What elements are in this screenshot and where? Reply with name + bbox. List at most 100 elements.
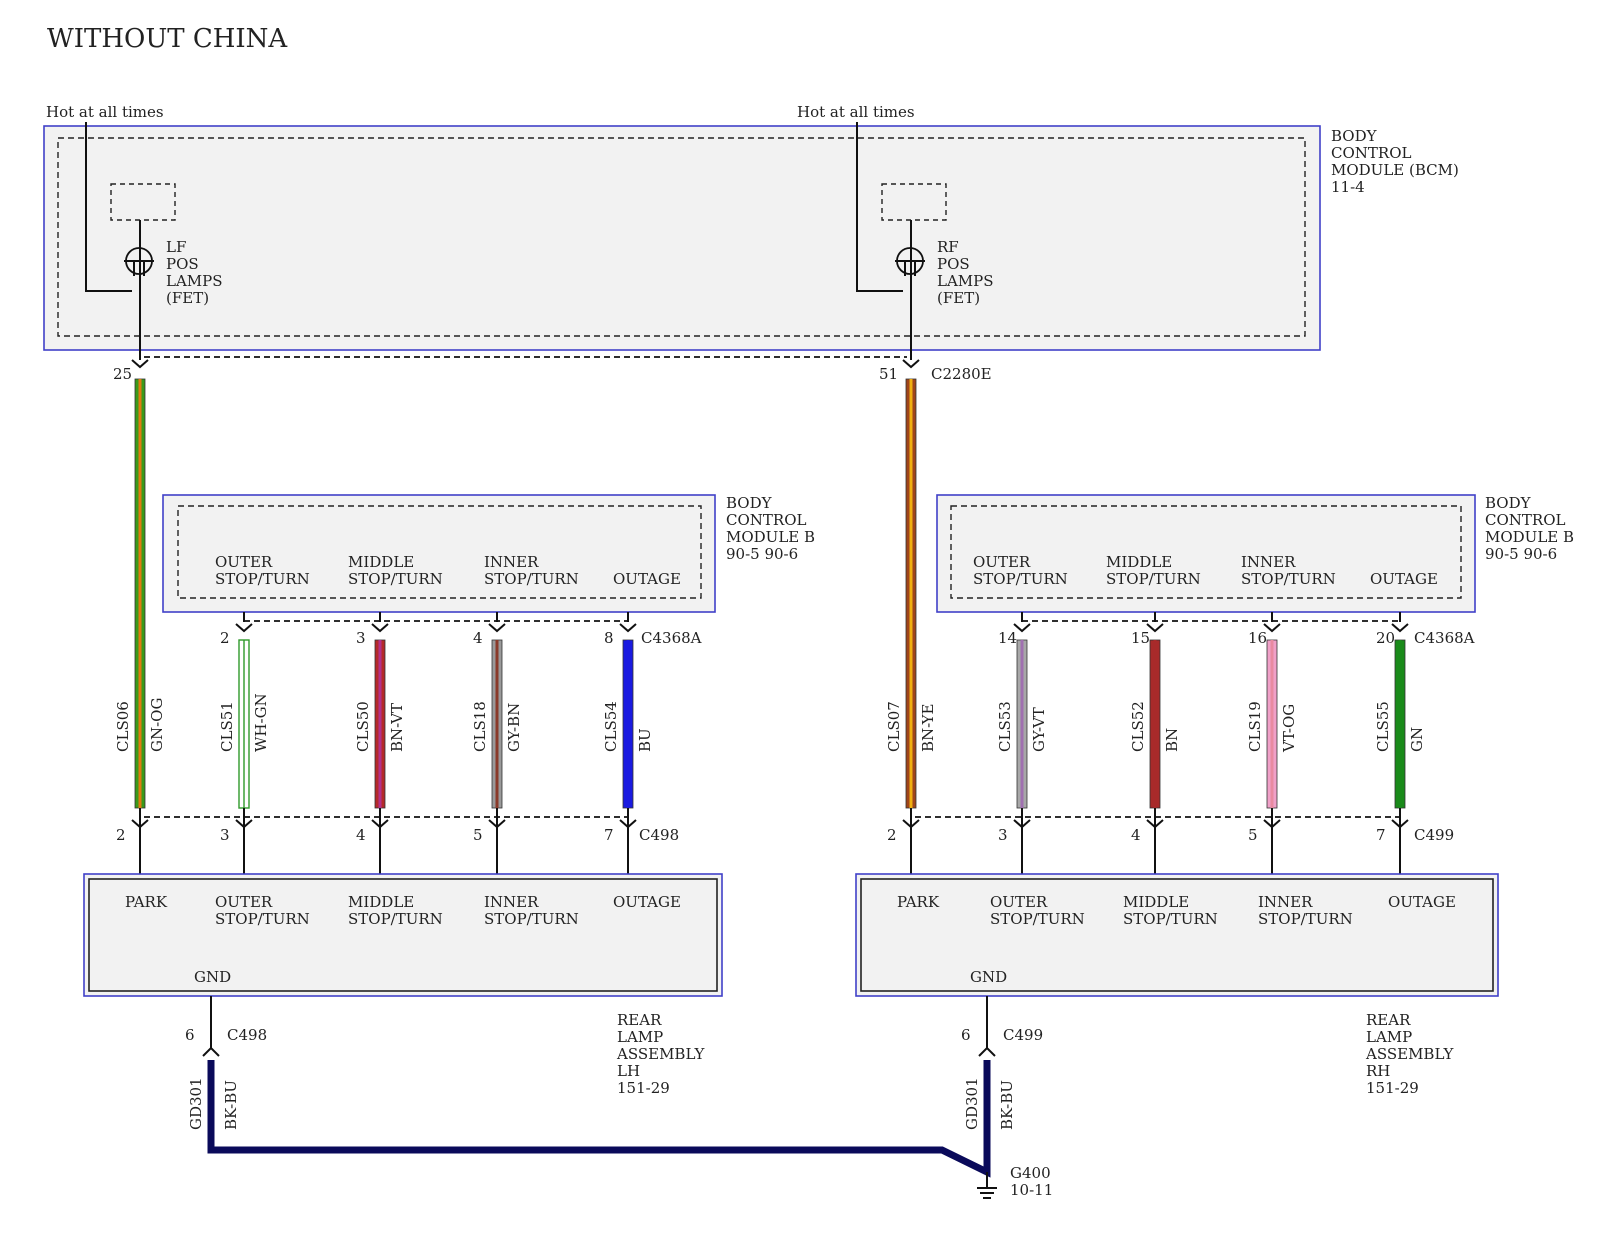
bcm-pin-right: 51 bbox=[879, 365, 898, 383]
wire-color-label: WH-GN bbox=[252, 693, 270, 752]
lf-fet-label-1: LF bbox=[166, 238, 186, 256]
rh-wire-cls07: 2 CLS07 BN-YE bbox=[885, 350, 937, 879]
pin-bottom-label: 2 bbox=[116, 826, 126, 844]
bcmb-left-outage: OUTAGE bbox=[613, 570, 681, 588]
wires-lh: 2 CLS06 GN-OG 2 3 CLS51 WH-GN 3 4 CLS50 BN-VT 4 5 CLS… bbox=[114, 350, 654, 879]
bcmb-left-inner-1: INNER bbox=[484, 553, 539, 571]
bcmb-left-inner-2: STOP/TURN bbox=[484, 570, 579, 588]
lh-assembly-label: REAR LAMP ASSEMBLY LH 151-29 bbox=[616, 1011, 705, 1097]
connector-chevron-top bbox=[619, 623, 637, 633]
lh-outer-2: STOP/TURN bbox=[215, 910, 310, 928]
bcm-connector-label: C2280E bbox=[931, 365, 992, 383]
svg-text:ASSEMBLY: ASSEMBLY bbox=[616, 1045, 705, 1063]
pin-top-label: 14 bbox=[998, 629, 1017, 647]
lh-middle-2: STOP/TURN bbox=[348, 910, 443, 928]
rf-fet-label-3: LAMPS bbox=[937, 272, 994, 290]
wire-color-label: BU bbox=[636, 728, 654, 752]
pin-top-label: 8 bbox=[604, 629, 614, 647]
hot-label-left: Hot at all times bbox=[46, 103, 164, 121]
circuit-label: CLS06 bbox=[114, 701, 132, 752]
pin-top-label: 3 bbox=[356, 629, 366, 647]
pin-top-label: 4 bbox=[473, 629, 483, 647]
rh-gnd-label: GND bbox=[970, 968, 1007, 986]
bcmb-left-label-3: MODULE B bbox=[726, 528, 815, 546]
pin-bottom-label: 2 bbox=[887, 826, 897, 844]
lh-gnd-label: GND bbox=[194, 968, 231, 986]
rh-wire-cls19: 16 5 CLS19 VT-OG bbox=[1246, 612, 1298, 879]
bcm-pin-left: 25 bbox=[113, 365, 132, 383]
rh-middle-1: MIDDLE bbox=[1123, 893, 1189, 911]
bcm-connector-c2280e: 25 51 C2280E bbox=[113, 356, 992, 383]
ground-wire bbox=[207, 1060, 991, 1178]
wire-color-label: GY-BN bbox=[505, 703, 523, 752]
connector-chevron-top bbox=[488, 623, 506, 633]
lh-outage: OUTAGE bbox=[613, 893, 681, 911]
wire-stripe bbox=[1398, 640, 1402, 808]
lh-inner-1: INNER bbox=[484, 893, 539, 911]
circuit-label: CLS53 bbox=[996, 701, 1014, 752]
wire-stripe bbox=[1270, 640, 1274, 808]
lf-fet-label-3: LAMPS bbox=[166, 272, 223, 290]
rh-assembly-label: REAR LAMP ASSEMBLY RH 151-29 bbox=[1365, 1011, 1454, 1097]
lh-park-label: PARK bbox=[125, 893, 168, 911]
bcm-label-line-4: 11-4 bbox=[1331, 178, 1365, 196]
circuit-label: CLS50 bbox=[354, 701, 372, 752]
bcmb-left-outer-2: STOP/TURN bbox=[215, 570, 310, 588]
pin-top-label: 16 bbox=[1248, 629, 1267, 647]
rh-gnd-connector: C499 bbox=[1003, 1026, 1043, 1044]
bcmb-right-label-1: BODY bbox=[1485, 494, 1532, 512]
lh-wire-cls18: 4 5 CLS18 GY-BN bbox=[471, 612, 523, 879]
c4368a-right-label: C4368A bbox=[1414, 629, 1475, 647]
ground-point-label: G400 bbox=[1010, 1164, 1051, 1182]
c4368a-left-label: C4368A bbox=[641, 629, 702, 647]
svg-text:LAMP: LAMP bbox=[1366, 1028, 1412, 1046]
wire-color-label: BN-VT bbox=[388, 703, 406, 752]
wire-color-label: VT-OG bbox=[1280, 704, 1298, 753]
rf-fet-label-4: (FET) bbox=[937, 289, 980, 307]
pin-bottom-label: 3 bbox=[220, 826, 230, 844]
bcmb-right-inner-1: INNER bbox=[1241, 553, 1296, 571]
bcmb-left-label-2: CONTROL bbox=[726, 511, 806, 529]
svg-text:RH: RH bbox=[1366, 1062, 1390, 1080]
wire-stripe bbox=[1153, 640, 1157, 808]
pin-bottom-label: 3 bbox=[998, 826, 1008, 844]
wire-stripe bbox=[378, 640, 382, 808]
svg-text:ASSEMBLY: ASSEMBLY bbox=[1365, 1045, 1454, 1063]
lh-gnd-connector: C498 bbox=[227, 1026, 267, 1044]
lh-middle-1: MIDDLE bbox=[348, 893, 414, 911]
bcmb-module-left: BODY CONTROL MODULE B 90-5 90-6 OUTER ST… bbox=[162, 494, 815, 613]
bcmb-right-outage: OUTAGE bbox=[1370, 570, 1438, 588]
rh-outer-1: OUTER bbox=[990, 893, 1048, 911]
circuit-label: CLS07 bbox=[885, 701, 903, 752]
bcmb-right-outer-1: OUTER bbox=[973, 553, 1031, 571]
bcm-label-line-3: MODULE (BCM) bbox=[1331, 161, 1459, 179]
lh-wire-cls51: 2 3 CLS51 WH-GN bbox=[218, 612, 270, 879]
ground-symbol-icon bbox=[977, 1187, 997, 1199]
rh-inner-2: STOP/TURN bbox=[1258, 910, 1353, 928]
wires-rh: 2 CLS07 BN-YE 14 3 CLS53 GY-VT 15 4 CLS52 BN 16 5 CLS… bbox=[885, 350, 1426, 879]
bcm-module: BODY CONTROL MODULE (BCM) 11-4 bbox=[43, 125, 1459, 351]
hot-label-right: Hot at all times bbox=[797, 103, 915, 121]
circuit-label: CLS18 bbox=[471, 701, 489, 752]
bcmb-left-middle-1: MIDDLE bbox=[348, 553, 414, 571]
bcmb-right-outer-2: STOP/TURN bbox=[973, 570, 1068, 588]
rear-lamp-rh: PARK OUTER STOP/TURN MIDDLE STOP/TURN IN… bbox=[855, 873, 1499, 997]
ground-point-ref: 10-11 bbox=[1010, 1181, 1053, 1199]
wire-color-label: BN bbox=[1163, 728, 1181, 752]
rf-fet-label-2: POS bbox=[937, 255, 970, 273]
pin-bottom-label: 7 bbox=[1376, 826, 1386, 844]
bcmb-right-label-3: MODULE B bbox=[1485, 528, 1574, 546]
lf-fet-label-2: POS bbox=[166, 255, 199, 273]
connector-chevron-top bbox=[235, 623, 253, 633]
bcmb-right-middle-1: MIDDLE bbox=[1106, 553, 1172, 571]
bcmb-module-right: BODY CONTROL MODULE B 90-5 90-6 OUTER ST… bbox=[936, 494, 1574, 613]
pin-top-label: 15 bbox=[1131, 629, 1150, 647]
svg-text:LH: LH bbox=[617, 1062, 640, 1080]
wire-color-label: BN-YE bbox=[919, 704, 937, 752]
rh-outer-2: STOP/TURN bbox=[990, 910, 1085, 928]
circuit-label: CLS19 bbox=[1246, 701, 1264, 752]
rh-wire-cls52: 15 4 CLS52 BN bbox=[1129, 612, 1181, 879]
lh-gnd-color: BK-BU bbox=[222, 1080, 240, 1130]
rh-gnd-circuit: GD301 bbox=[963, 1077, 981, 1130]
wire-stripe bbox=[138, 379, 142, 808]
